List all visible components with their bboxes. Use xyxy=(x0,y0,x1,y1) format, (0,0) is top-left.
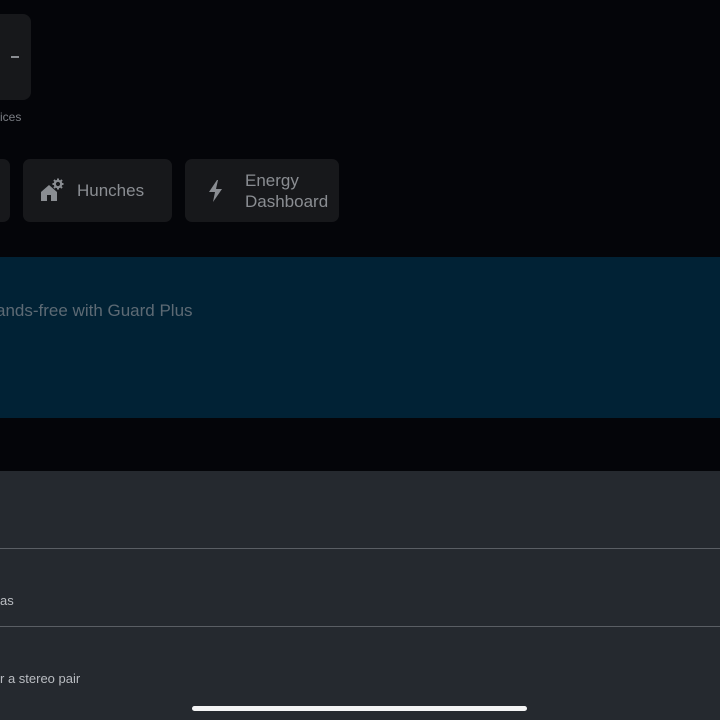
hunches-label: Hunches xyxy=(77,180,145,200)
shortcut-chip-partial[interactable] xyxy=(0,159,10,222)
energy-dashboard-button[interactable]: Energy Dashboard xyxy=(185,159,339,222)
settings-list: as r a stereo pair xyxy=(0,471,720,720)
guard-plus-banner[interactable]: ands-free with Guard Plus xyxy=(0,257,720,418)
energy-dashboard-label: Energy Dashboard xyxy=(245,170,329,211)
list-item[interactable]: r a stereo pair xyxy=(0,627,720,704)
banner-text: ands-free with Guard Plus xyxy=(0,301,193,320)
plus-icon xyxy=(11,56,19,58)
home-indicator[interactable] xyxy=(192,706,527,711)
hunches-button[interactable]: Hunches xyxy=(23,159,172,222)
lightning-bolt-icon xyxy=(209,179,222,202)
devices-tile[interactable] xyxy=(0,14,31,100)
screen: vices Hunches Energy Dashboard a xyxy=(0,0,720,720)
list-item-label: r a stereo pair xyxy=(0,671,81,686)
smart-home-gear-icon xyxy=(41,178,64,201)
list-item[interactable] xyxy=(0,471,720,549)
list-item-label: as xyxy=(0,593,14,608)
devices-label: vices xyxy=(0,110,22,124)
list-item[interactable]: as xyxy=(0,549,720,627)
